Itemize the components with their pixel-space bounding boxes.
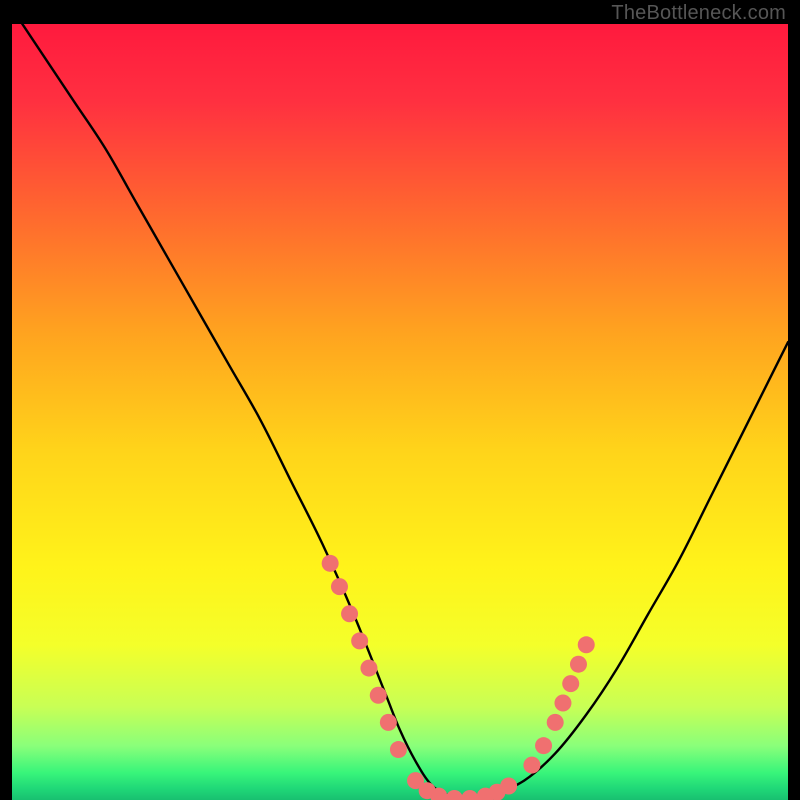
marker-dot <box>554 695 571 712</box>
marker-dot <box>360 660 377 677</box>
plot-background-gradient <box>12 24 788 800</box>
marker-dot <box>341 605 358 622</box>
marker-dot <box>562 675 579 692</box>
bottleneck-chart <box>12 24 788 800</box>
marker-dot <box>380 714 397 731</box>
marker-dot <box>322 555 339 572</box>
marker-dot <box>370 687 387 704</box>
marker-dot <box>500 778 517 795</box>
marker-dot <box>578 636 595 653</box>
marker-dot <box>547 714 564 731</box>
marker-dot <box>523 757 540 774</box>
marker-dot <box>331 578 348 595</box>
watermark-text: TheBottleneck.com <box>611 2 786 25</box>
marker-dot <box>570 656 587 673</box>
chart-frame <box>12 24 788 800</box>
marker-dot <box>535 737 552 754</box>
marker-dot <box>390 741 407 758</box>
marker-dot <box>351 632 368 649</box>
